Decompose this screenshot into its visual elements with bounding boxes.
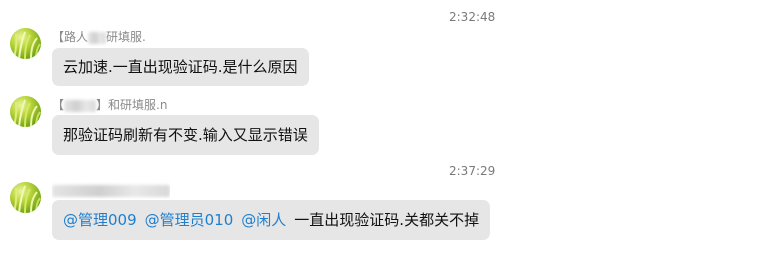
redacted-blur — [88, 31, 107, 44]
message-text: 云加速.一直出现验证码.是什么原因 — [63, 58, 298, 76]
sender-name-suffix: 研填服. — [106, 30, 146, 44]
sender-name: 【 】和研填服.n — [52, 96, 167, 114]
sender-name-prefix: 【路人 — [52, 30, 89, 44]
redacted-blur — [64, 99, 97, 112]
user-avatar-icon[interactable] — [10, 28, 41, 59]
mention-link[interactable]: @闲人 — [241, 211, 286, 229]
message-bubble[interactable]: 那验证码刷新有不变.输入又显示错误 — [52, 115, 319, 155]
message-text: 一直出现验证码.关都关不掉 — [294, 211, 480, 229]
sender-name: 【路人 研填服. — [52, 28, 146, 46]
message-bubble[interactable]: 云加速.一直出现验证码.是什么原因 — [52, 48, 309, 86]
message-timestamp: 2:37:29 — [449, 164, 496, 178]
grass-icon — [13, 99, 41, 127]
message-bubble[interactable]: @管理009 @管理员010 @闲人 一直出现验证码.关都关不掉 — [52, 200, 491, 240]
user-avatar-icon[interactable] — [10, 182, 41, 213]
grass-icon — [13, 31, 41, 59]
grass-icon — [13, 185, 41, 213]
mention-link[interactable]: @管理009 — [63, 211, 137, 229]
message-text: 那验证码刷新有不变.输入又显示错误 — [63, 126, 308, 144]
user-avatar-icon[interactable] — [10, 96, 41, 127]
sender-name-prefix: 【 — [52, 98, 65, 112]
sender-name-suffix: 】和研填服.n — [96, 98, 168, 112]
sender-name — [52, 181, 170, 199]
mention-link[interactable]: @管理员010 — [145, 211, 234, 229]
chat-message-list: 2:32:48 【路人 研填服. 云加速.一直出现验证码.是什么原因 【 】和研填服… — [0, 0, 758, 255]
redacted-blur — [52, 184, 170, 197]
message-timestamp: 2:32:48 — [449, 10, 496, 24]
